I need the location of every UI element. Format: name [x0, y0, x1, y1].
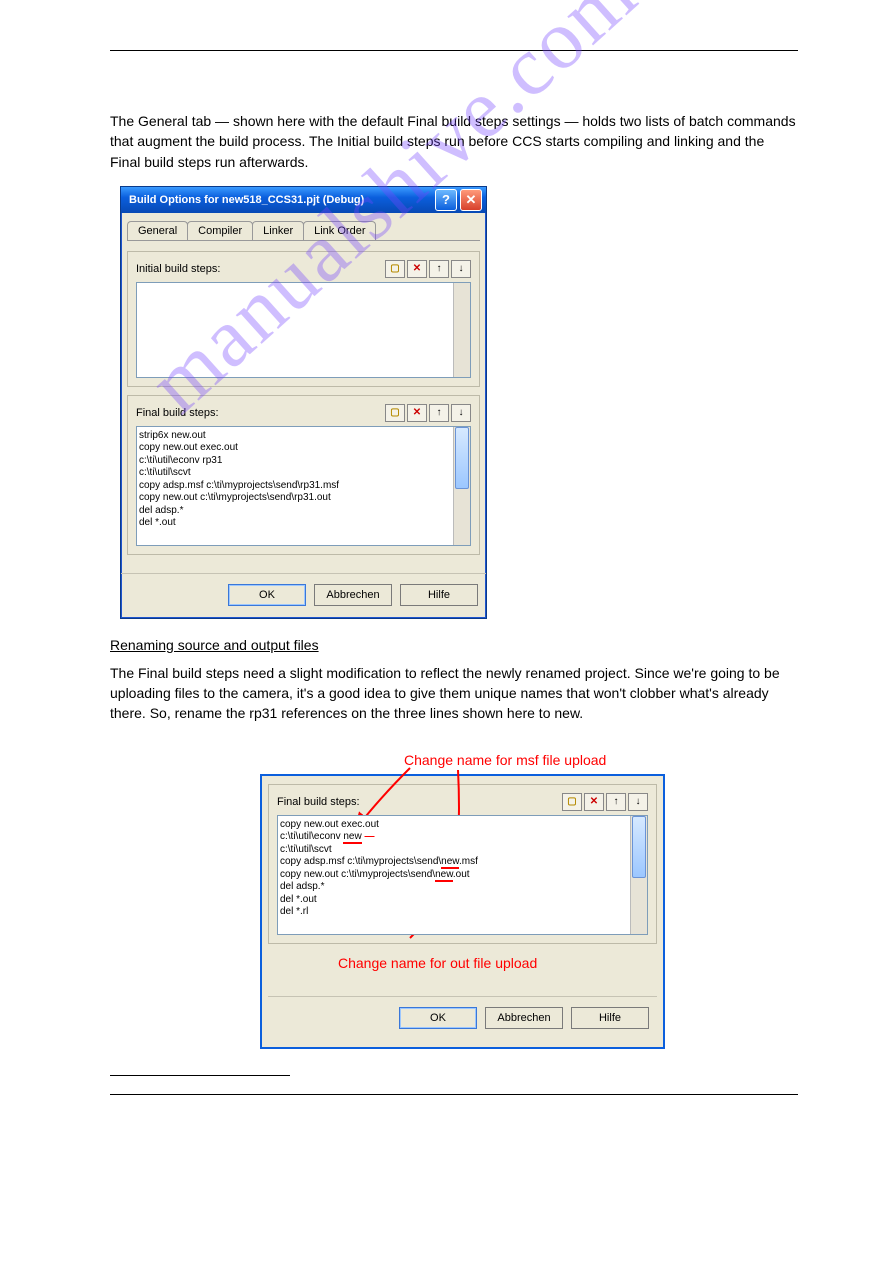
initial-steps-group: Initial build steps: ▢ ✕ ↑ ↓	[127, 251, 480, 387]
rename-paragraph: The Final build steps need a slight modi…	[110, 663, 798, 724]
final-steps-group: Final build steps: ▢ ✕ ↑ ↓ strip6x new.o…	[127, 395, 480, 555]
initial-steps-label: Initial build steps:	[136, 263, 385, 275]
list-item[interactable]: copy new.out c:\ti\myprojects\send\rp31.…	[139, 492, 468, 505]
help-button[interactable]: Hilfe	[571, 1007, 649, 1029]
final-steps-label: Final build steps:	[277, 796, 562, 808]
callout-out-upload: Change name for out file upload	[338, 955, 537, 971]
intro-paragraph: The General tab — shown here with the de…	[110, 111, 798, 172]
list-item[interactable]: del *.out	[280, 894, 645, 907]
new-step-icon[interactable]: ▢	[385, 260, 405, 278]
list-item[interactable]: del *.rl	[280, 906, 645, 919]
list-item[interactable]: c:\ti\util\scvt	[280, 844, 645, 857]
move-down-icon[interactable]: ↓	[628, 793, 648, 811]
list-item[interactable]: c:\ti\util\econv rp31	[139, 455, 468, 468]
footer-divider	[110, 1094, 798, 1095]
help-button[interactable]: Hilfe	[400, 584, 478, 606]
final-steps-label: Final build steps:	[136, 407, 385, 419]
help-icon[interactable]: ?	[435, 189, 457, 211]
cancel-button[interactable]: Abbrechen	[314, 584, 392, 606]
new-step-icon[interactable]: ▢	[562, 793, 582, 811]
dialog-title: Build Options for new518_CCS31.pjt (Debu…	[129, 194, 432, 206]
tab-linker[interactable]: Linker	[252, 221, 304, 240]
tab-compiler[interactable]: Compiler	[187, 221, 253, 240]
final-steps-listbox[interactable]: strip6x new.out copy new.out exec.out c:…	[136, 426, 471, 546]
close-icon[interactable]: ✕	[460, 189, 482, 211]
ok-button[interactable]: OK	[228, 584, 306, 606]
scrollbar[interactable]	[630, 816, 647, 934]
list-item[interactable]: del adsp.*	[139, 505, 468, 518]
list-item[interactable]: copy adsp.msf c:\ti\myprojects\send\rp31…	[139, 480, 468, 493]
ok-button[interactable]: OK	[399, 1007, 477, 1029]
final-steps-group: Final build steps: ▢ ✕ ↑ ↓ copy new.out …	[268, 784, 657, 944]
move-down-icon[interactable]: ↓	[451, 260, 471, 278]
tab-general[interactable]: General	[127, 221, 188, 240]
list-item[interactable]: del adsp.*	[280, 881, 645, 894]
scrollbar[interactable]	[453, 283, 470, 377]
move-up-icon[interactable]: ↑	[606, 793, 626, 811]
list-item[interactable]: copy adsp.msf c:\ti\myprojects\send\new.…	[280, 856, 645, 869]
build-options-dialog: Build Options for new518_CCS31.pjt (Debu…	[120, 186, 487, 619]
titlebar[interactable]: Build Options for new518_CCS31.pjt (Debu…	[121, 187, 486, 213]
list-item[interactable]: c:\ti\util\scvt	[139, 467, 468, 480]
move-down-icon[interactable]: ↓	[451, 404, 471, 422]
list-item[interactable]: copy new.out exec.out	[280, 819, 645, 832]
cancel-button[interactable]: Abbrechen	[485, 1007, 563, 1029]
rename-section-heading: Renaming source and output files	[110, 637, 798, 653]
delete-step-icon[interactable]: ✕	[584, 793, 604, 811]
scrollbar[interactable]	[453, 427, 470, 545]
delete-step-icon[interactable]: ✕	[407, 260, 427, 278]
tab-link-order[interactable]: Link Order	[303, 221, 376, 240]
callout-msf-upload: Change name for msf file upload	[404, 752, 606, 768]
list-item[interactable]: copy new.out exec.out	[139, 442, 468, 455]
new-step-icon[interactable]: ▢	[385, 404, 405, 422]
final-steps-listbox[interactable]: copy new.out exec.out c:\ti\util\econv n…	[277, 815, 648, 935]
header-divider	[110, 50, 798, 51]
move-up-icon[interactable]: ↑	[429, 404, 449, 422]
list-item[interactable]: c:\ti\util\econv new —	[280, 831, 645, 844]
initial-steps-listbox[interactable]	[136, 282, 471, 378]
build-options-dialog-fragment: Final build steps: ▢ ✕ ↑ ↓ copy new.out …	[260, 774, 665, 1049]
move-up-icon[interactable]: ↑	[429, 260, 449, 278]
tab-strip: General Compiler Linker Link Order	[127, 221, 480, 241]
list-item[interactable]: del *.out	[139, 517, 468, 530]
list-item[interactable]: strip6x new.out	[139, 430, 468, 443]
delete-step-icon[interactable]: ✕	[407, 404, 427, 422]
list-item[interactable]: copy new.out c:\ti\myprojects\send\new.o…	[280, 869, 645, 882]
